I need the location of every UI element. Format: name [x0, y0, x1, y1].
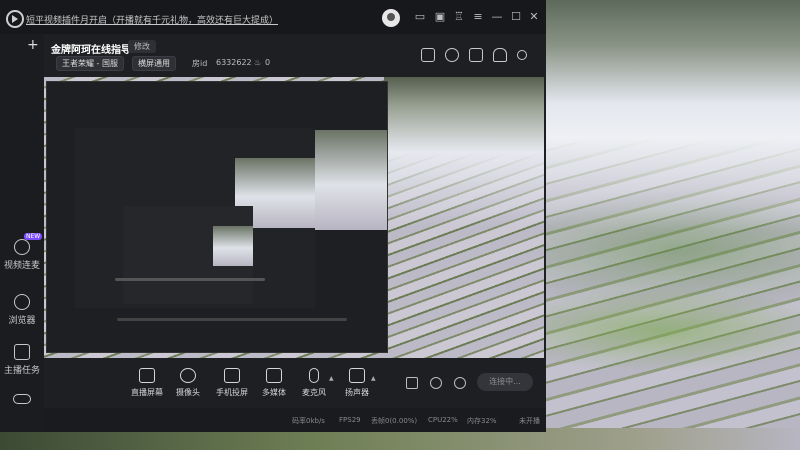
- sidebar-item-label: 主播任务: [3, 366, 40, 376]
- sidebar: NEW 视频连麦 浏览器 主播任务: [0, 34, 44, 432]
- share-icon[interactable]: [517, 50, 527, 60]
- bell-icon[interactable]: [493, 48, 507, 62]
- room-title: 金牌阿珂在线指导: [51, 45, 131, 56]
- nested-fog-3: [213, 226, 253, 266]
- cpu: CPU22%: [428, 416, 458, 424]
- phone-cast-label: 手机投屏: [216, 388, 248, 397]
- speaker-dropdown-icon[interactable]: ▲: [371, 375, 376, 382]
- sidebar-item-more[interactable]: [0, 394, 44, 407]
- mic-icon: [309, 368, 319, 383]
- speaker-button[interactable]: 扬声器: [335, 368, 379, 398]
- edit-title-button[interactable]: 修改: [128, 40, 156, 53]
- phone-cast-button[interactable]: 手机投屏: [210, 368, 254, 398]
- shirt-icon[interactable]: ♖: [453, 11, 465, 23]
- fire-icon: ♨: [254, 58, 262, 67]
- fps: FPS29: [339, 416, 361, 424]
- screen-icon: [139, 368, 155, 383]
- live-state: 未开播: [519, 417, 540, 425]
- maximize-icon[interactable]: ☐: [510, 11, 522, 23]
- phone-cast-icon: [224, 368, 240, 383]
- screen-label: 直播屏幕: [131, 388, 163, 397]
- new-badge: NEW: [24, 233, 43, 240]
- live-preview[interactable]: [44, 77, 544, 358]
- sidebar-item-label: 浏览器: [8, 316, 36, 326]
- status-bar: 码率0kb/s FPS29 丢帧0(0.00%) CPU22% 内存32% 未开…: [44, 408, 546, 432]
- nested-controls-2: [117, 318, 347, 321]
- gamepad-icon: [13, 394, 31, 404]
- nested-preview-window-2: [75, 128, 315, 308]
- media-button[interactable]: 多媒体: [252, 368, 296, 398]
- room-header: + 金牌阿珂在线指导 修改 王者荣耀 - 国服 横屏通用 房id 6332622…: [27, 34, 546, 76]
- box-icon[interactable]: ▣: [434, 11, 446, 23]
- bitrate: 码率0kb/s: [292, 417, 325, 425]
- screen-button[interactable]: 直播屏幕: [125, 368, 169, 398]
- camera-label: 摄像头: [176, 388, 200, 397]
- task-icon: [14, 344, 30, 360]
- speaker-label: 扬声器: [345, 388, 369, 397]
- announcement-link[interactable]: 短平视频插件月开启（开播就有千元礼物，高效还有巨大提成）: [26, 13, 278, 26]
- avatar[interactable]: [382, 9, 400, 27]
- mode-selector[interactable]: 横屏通用: [132, 56, 176, 71]
- sidebar-item-browser[interactable]: 浏览器: [0, 294, 44, 326]
- start-live-button[interactable]: 连接中...: [477, 373, 533, 391]
- sidebar-item-video-link[interactable]: NEW 视频连麦: [0, 233, 44, 271]
- mic-button[interactable]: 麦克风: [292, 368, 336, 398]
- nested-preview-window-3: [123, 206, 253, 304]
- control-bar: 直播屏幕 摄像头 手机投屏 多媒体 麦克风 ▲ 扬声器 ▲ 连接中...: [44, 358, 546, 408]
- background-fog: [546, 0, 800, 230]
- minimize-icon[interactable]: —: [491, 11, 503, 23]
- mic-label: 麦克风: [302, 388, 326, 397]
- layers-icon[interactable]: [421, 48, 435, 62]
- menu-icon[interactable]: ≡: [472, 11, 484, 23]
- sidebar-item-tasks[interactable]: 主播任务: [0, 344, 44, 376]
- memory: 内存32%: [467, 417, 497, 425]
- layout-icon[interactable]: [469, 48, 483, 62]
- room-id-label: 房id: [192, 59, 208, 68]
- nested-controls: [115, 278, 265, 281]
- message-icon[interactable]: ▭: [414, 11, 426, 23]
- nested-preview-window: [46, 81, 388, 353]
- speaker-icon: [349, 368, 365, 383]
- mic-dropdown-icon[interactable]: ▲: [329, 375, 334, 382]
- media-label: 多媒体: [262, 388, 286, 397]
- eye-icon[interactable]: [430, 377, 442, 389]
- add-icon[interactable]: +: [27, 37, 39, 53]
- camera-button[interactable]: 摄像头: [166, 368, 210, 398]
- record-icon[interactable]: [406, 377, 418, 389]
- fire-count: 0: [265, 58, 271, 67]
- category-selector[interactable]: 王者荣耀 - 国服: [56, 56, 124, 71]
- settings-icon[interactable]: [454, 377, 466, 389]
- drop-frames: 丢帧0(0.00%): [371, 417, 418, 425]
- preview-fog: [384, 77, 544, 227]
- browser-icon: [14, 294, 30, 310]
- app-logo-icon: [6, 10, 24, 28]
- video-link-icon: [14, 239, 30, 255]
- sidebar-item-label: 视频连麦: [3, 261, 40, 271]
- camera-icon: [180, 368, 196, 383]
- media-icon: [266, 368, 282, 383]
- streaming-app-window: 短平视频插件月开启（开播就有千元礼物，高效还有巨大提成） ▭ ▣ ♖ ≡ — ☐…: [0, 0, 546, 432]
- lock-icon[interactable]: [445, 48, 459, 62]
- room-id: 6332622: [216, 58, 252, 67]
- close-icon[interactable]: ✕: [528, 11, 540, 23]
- titlebar: 短平视频插件月开启（开播就有千元礼物，高效还有巨大提成） ▭ ▣ ♖ ≡ — ☐…: [0, 0, 546, 34]
